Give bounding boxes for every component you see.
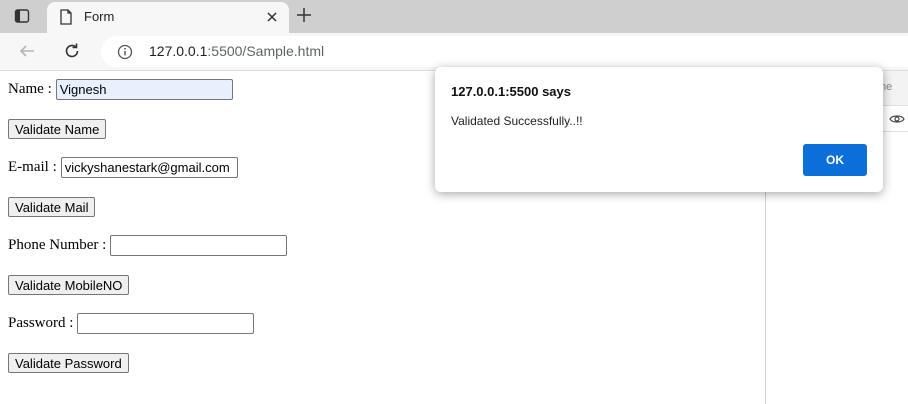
url-text: 127.0.0.1:5500/Sample.html bbox=[149, 43, 324, 59]
url-host: 127.0.0.1 bbox=[149, 43, 208, 59]
validate-name-row: Validate Name bbox=[8, 119, 107, 139]
alert-dialog: 127.0.0.1:5500 says Validated Successful… bbox=[435, 67, 883, 192]
password-label: Password : bbox=[8, 315, 74, 331]
sidebar-toggle-icon[interactable] bbox=[14, 8, 30, 24]
validate-mail-button[interactable]: Validate Mail bbox=[8, 197, 96, 217]
name-label: Name : bbox=[8, 81, 52, 97]
email-label: E-mail : bbox=[8, 159, 57, 175]
reload-icon[interactable] bbox=[62, 41, 82, 61]
tab-form[interactable]: Form bbox=[47, 2, 289, 33]
email-input[interactable] bbox=[60, 157, 238, 178]
close-icon[interactable] bbox=[265, 10, 279, 24]
name-input[interactable] bbox=[55, 79, 233, 100]
browser-toolbar: 127.0.0.1:5500/Sample.html bbox=[0, 33, 908, 71]
validate-password-row: Validate Password bbox=[8, 353, 129, 373]
plus-icon[interactable] bbox=[296, 7, 312, 23]
tab-strip: Form bbox=[0, 0, 908, 33]
back-arrow-icon[interactable] bbox=[18, 42, 36, 60]
ok-button[interactable]: OK bbox=[803, 144, 867, 176]
url-path: :5500/Sample.html bbox=[207, 43, 325, 59]
email-row: E-mail : bbox=[8, 157, 238, 178]
validate-mobile-button[interactable]: Validate MobileNO bbox=[8, 275, 130, 295]
page-icon bbox=[59, 9, 73, 25]
phone-label: Phone Number : bbox=[8, 237, 107, 253]
phone-row: Phone Number : bbox=[8, 235, 288, 256]
password-row: Password : bbox=[8, 313, 255, 334]
validate-mail-row: Validate Mail bbox=[8, 197, 96, 217]
phone-input[interactable] bbox=[110, 235, 288, 256]
tab-title: Form bbox=[84, 9, 115, 24]
validate-name-button[interactable]: Validate Name bbox=[8, 119, 107, 139]
address-bar[interactable]: 127.0.0.1:5500/Sample.html bbox=[101, 36, 908, 67]
eye-icon[interactable] bbox=[889, 112, 905, 124]
name-row: Name : bbox=[8, 79, 233, 100]
dialog-message: Validated Successfully..!! bbox=[451, 114, 583, 128]
validate-mobile-row: Validate MobileNO bbox=[8, 275, 130, 295]
password-input[interactable] bbox=[77, 313, 255, 334]
validate-password-button[interactable]: Validate Password bbox=[8, 353, 129, 373]
info-icon[interactable] bbox=[117, 44, 133, 60]
dialog-heading: 127.0.0.1:5500 says bbox=[451, 84, 571, 99]
